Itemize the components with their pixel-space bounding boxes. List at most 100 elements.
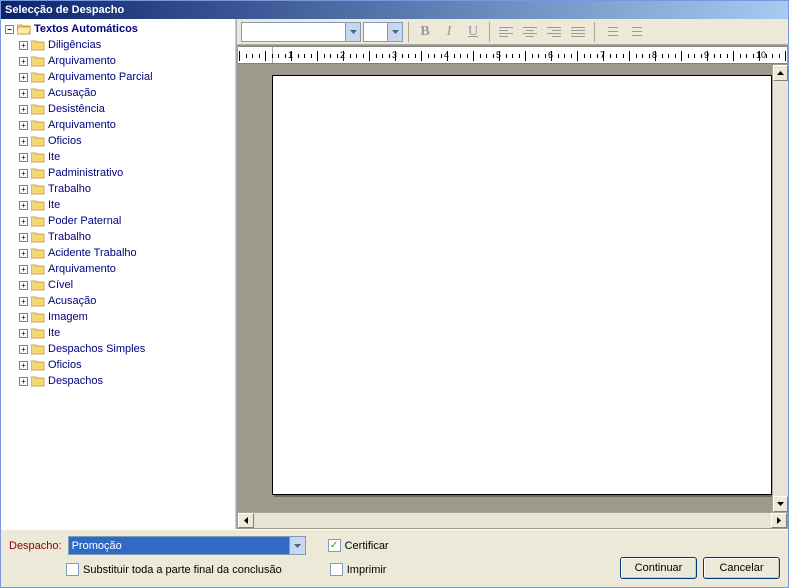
- document-scroll[interactable]: [237, 65, 772, 512]
- expand-icon[interactable]: +: [19, 89, 28, 98]
- scroll-track[interactable]: [254, 513, 771, 528]
- expand-icon[interactable]: +: [19, 121, 28, 130]
- folder-icon: [31, 167, 45, 179]
- expand-icon[interactable]: +: [19, 297, 28, 306]
- tree-item[interactable]: +Padministrativo: [17, 165, 235, 181]
- scroll-right-icon[interactable]: [771, 513, 787, 528]
- expand-icon[interactable]: +: [19, 201, 28, 210]
- italic-button[interactable]: I: [438, 21, 460, 43]
- chevron-down-icon[interactable]: [289, 537, 305, 554]
- window-titlebar: Selecção de Despacho: [1, 1, 788, 19]
- vertical-scrollbar[interactable]: [772, 65, 788, 512]
- tree-item[interactable]: + Trabalho: [17, 229, 235, 245]
- tree-item[interactable]: + Arquivamento Parcial: [17, 69, 235, 85]
- expand-icon[interactable]: +: [19, 41, 28, 50]
- bullet-list-button[interactable]: [624, 21, 646, 43]
- bold-button[interactable]: B: [414, 21, 436, 43]
- main-area: − Textos Automáticos +Diligências+Arquiv…: [1, 19, 788, 529]
- tree-item[interactable]: +Arquivamento: [17, 117, 235, 133]
- chevron-down-icon: [345, 23, 360, 41]
- tree-item[interactable]: + Acidente Trabalho: [17, 245, 235, 261]
- checkbox-icon: [330, 563, 343, 576]
- tree-item[interactable]: + Ite: [17, 197, 235, 213]
- tree-item-label: Ite: [48, 199, 60, 211]
- tree-item[interactable]: +Desistência: [17, 101, 235, 117]
- expand-icon[interactable]: +: [19, 313, 28, 322]
- horizontal-scrollbar[interactable]: [238, 512, 787, 528]
- font-select[interactable]: [241, 22, 361, 42]
- scroll-track[interactable]: [773, 81, 788, 496]
- tree-item-label: Arquivamento Parcial: [48, 71, 153, 83]
- tree-item[interactable]: +Acusação: [17, 85, 235, 101]
- scroll-down-icon[interactable]: [773, 496, 788, 512]
- folder-icon: [31, 375, 45, 387]
- expand-icon[interactable]: +: [19, 249, 28, 258]
- cancelar-button[interactable]: Cancelar: [703, 557, 780, 579]
- expand-icon[interactable]: +: [19, 265, 28, 274]
- expand-icon[interactable]: +: [19, 281, 28, 290]
- editor-toolbar: B I U: [237, 19, 788, 45]
- continuar-button[interactable]: Continuar: [620, 557, 697, 579]
- tree-item[interactable]: +Diligências: [17, 37, 235, 53]
- tree-item[interactable]: +Acusação: [17, 293, 235, 309]
- tree-item[interactable]: +Arquivamento: [17, 53, 235, 69]
- folder-icon: [31, 151, 45, 163]
- imprimir-label: Imprimir: [347, 564, 387, 576]
- tree-item-label: Poder Paternal: [48, 215, 121, 227]
- align-right-button[interactable]: [543, 21, 565, 43]
- tree-item[interactable]: +Despachos: [17, 373, 235, 389]
- expand-icon[interactable]: +: [19, 137, 28, 146]
- align-justify-button[interactable]: [567, 21, 589, 43]
- folder-icon: [31, 55, 45, 67]
- tree-item-label: Arquivamento: [48, 263, 116, 275]
- underline-button[interactable]: U: [462, 21, 484, 43]
- tree-item[interactable]: +Oficios: [17, 133, 235, 149]
- tree-item[interactable]: + Cível: [17, 277, 235, 293]
- expand-icon[interactable]: +: [19, 361, 28, 370]
- substituir-checkbox[interactable]: Substituir toda a parte final da conclus…: [66, 563, 282, 576]
- tree-item[interactable]: + Trabalho: [17, 181, 235, 197]
- tree-item[interactable]: + Despachos Simples: [17, 341, 235, 357]
- certificar-checkbox[interactable]: ✓ Certificar: [328, 539, 389, 552]
- tree-item-label: Trabalho: [48, 231, 91, 243]
- checkbox-icon: ✓: [328, 539, 341, 552]
- collapse-icon[interactable]: −: [5, 25, 14, 34]
- expand-icon[interactable]: +: [19, 185, 28, 194]
- document-page[interactable]: [272, 75, 772, 495]
- expand-icon[interactable]: +: [19, 153, 28, 162]
- tree-item-label: Oficios: [48, 359, 82, 371]
- separator: [408, 22, 409, 42]
- scroll-left-icon[interactable]: [238, 513, 254, 528]
- tree-item[interactable]: + Arquivamento: [17, 261, 235, 277]
- expand-icon[interactable]: +: [19, 105, 28, 114]
- expand-icon[interactable]: +: [19, 329, 28, 338]
- tree-item[interactable]: + Poder Paternal: [17, 213, 235, 229]
- tree-item[interactable]: +Ite: [17, 325, 235, 341]
- tree-item-label: Despachos Simples: [48, 343, 145, 355]
- folder-open-icon: [17, 23, 31, 35]
- tree-item-label: Acidente Trabalho: [48, 247, 137, 259]
- expand-icon[interactable]: +: [19, 377, 28, 386]
- separator: [594, 22, 595, 42]
- font-size-select[interactable]: [363, 22, 403, 42]
- align-center-button[interactable]: [519, 21, 541, 43]
- imprimir-checkbox[interactable]: Imprimir: [330, 563, 387, 576]
- expand-icon[interactable]: +: [19, 57, 28, 66]
- folder-icon: [31, 295, 45, 307]
- expand-icon[interactable]: +: [19, 233, 28, 242]
- expand-icon[interactable]: +: [19, 345, 28, 354]
- numbered-list-button[interactable]: [600, 21, 622, 43]
- scroll-up-icon[interactable]: [773, 65, 788, 81]
- tree-item[interactable]: +Ite: [17, 149, 235, 165]
- expand-icon[interactable]: +: [19, 217, 28, 226]
- folder-icon: [31, 311, 45, 323]
- despacho-combo[interactable]: Promoção: [68, 536, 306, 555]
- align-left-button[interactable]: [495, 21, 517, 43]
- tree-item-label: Cível: [48, 279, 73, 291]
- expand-icon[interactable]: +: [19, 73, 28, 82]
- tree-item[interactable]: + Oficios: [17, 357, 235, 373]
- expand-icon[interactable]: +: [19, 169, 28, 178]
- tree-item-label: Trabalho: [48, 183, 91, 195]
- tree-item[interactable]: +Imagem: [17, 309, 235, 325]
- tree-root-item[interactable]: − Textos Automáticos: [3, 21, 235, 37]
